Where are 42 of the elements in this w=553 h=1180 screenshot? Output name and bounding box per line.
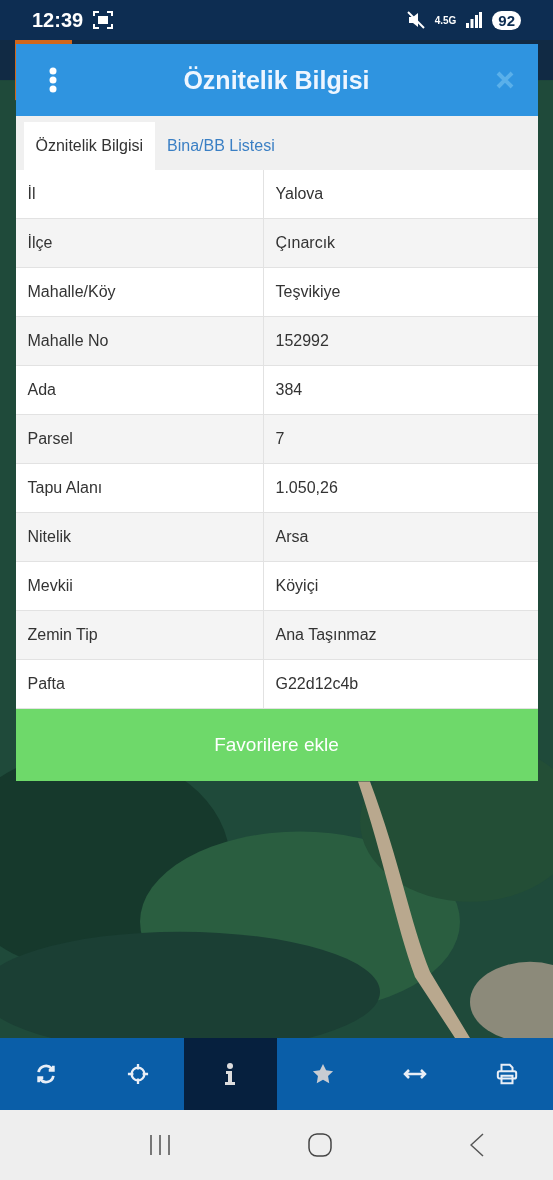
- attribute-label: Zemin Tip: [15, 611, 264, 659]
- attribute-label: İlçe: [15, 219, 264, 267]
- more-icon: [48, 67, 57, 93]
- attribute-value: Arsa: [274, 527, 310, 547]
- star-icon: [311, 1063, 334, 1085]
- home-icon[interactable]: [308, 1133, 333, 1157]
- tab[interactable]: Bina/BB Listesi: [155, 122, 287, 170]
- refresh-icon: [35, 1063, 58, 1085]
- attribute-label: Pafta: [15, 660, 264, 708]
- network-type: 4.5G: [434, 14, 457, 26]
- attribute-label: Mahalle/Köy: [15, 268, 264, 316]
- back-icon[interactable]: [470, 1133, 485, 1157]
- close-icon: [494, 70, 515, 90]
- tab[interactable]: Öznitelik Bilgisi: [23, 122, 156, 170]
- attribute-value: 384: [274, 380, 304, 400]
- attribute-value: 1.050,26: [274, 478, 339, 498]
- attribute-label: Ada: [15, 366, 264, 414]
- attribute-label: Mahalle No: [15, 317, 264, 365]
- battery-level: 92: [492, 10, 521, 30]
- double-arrow-icon: [402, 1068, 427, 1080]
- info-icon: [225, 1063, 236, 1085]
- attribute-value: Çınarcık: [274, 233, 337, 253]
- attribute-label: Parsel: [15, 415, 264, 463]
- attribute-value: Ana Taşınmaz: [274, 625, 378, 645]
- recent-apps-icon[interactable]: [148, 1134, 171, 1156]
- attribute-value: G22d12c4b: [274, 674, 360, 694]
- attribute-label: İl: [15, 170, 264, 218]
- printer-icon: [495, 1063, 518, 1085]
- attribute-value: Yalova: [274, 184, 325, 204]
- dialog-title: Öznitelik Bilgisi: [183, 65, 370, 95]
- clock: 12:39: [32, 8, 84, 32]
- screenshot-icon: [93, 11, 114, 29]
- signal-icon: [466, 12, 483, 28]
- attribute-value: Teşvikiye: [274, 282, 342, 302]
- attribute-value: Köyiçi: [274, 576, 320, 596]
- attribute-value: 152992: [274, 331, 330, 351]
- mute-icon: [406, 11, 425, 29]
- attribute-label: Tapu Alanı: [15, 464, 264, 512]
- crosshair-icon: [127, 1063, 150, 1085]
- attribute-label: Mevkii: [15, 562, 264, 610]
- attribute-label: Nitelik: [15, 513, 264, 561]
- attribute-value: 7: [274, 429, 286, 449]
